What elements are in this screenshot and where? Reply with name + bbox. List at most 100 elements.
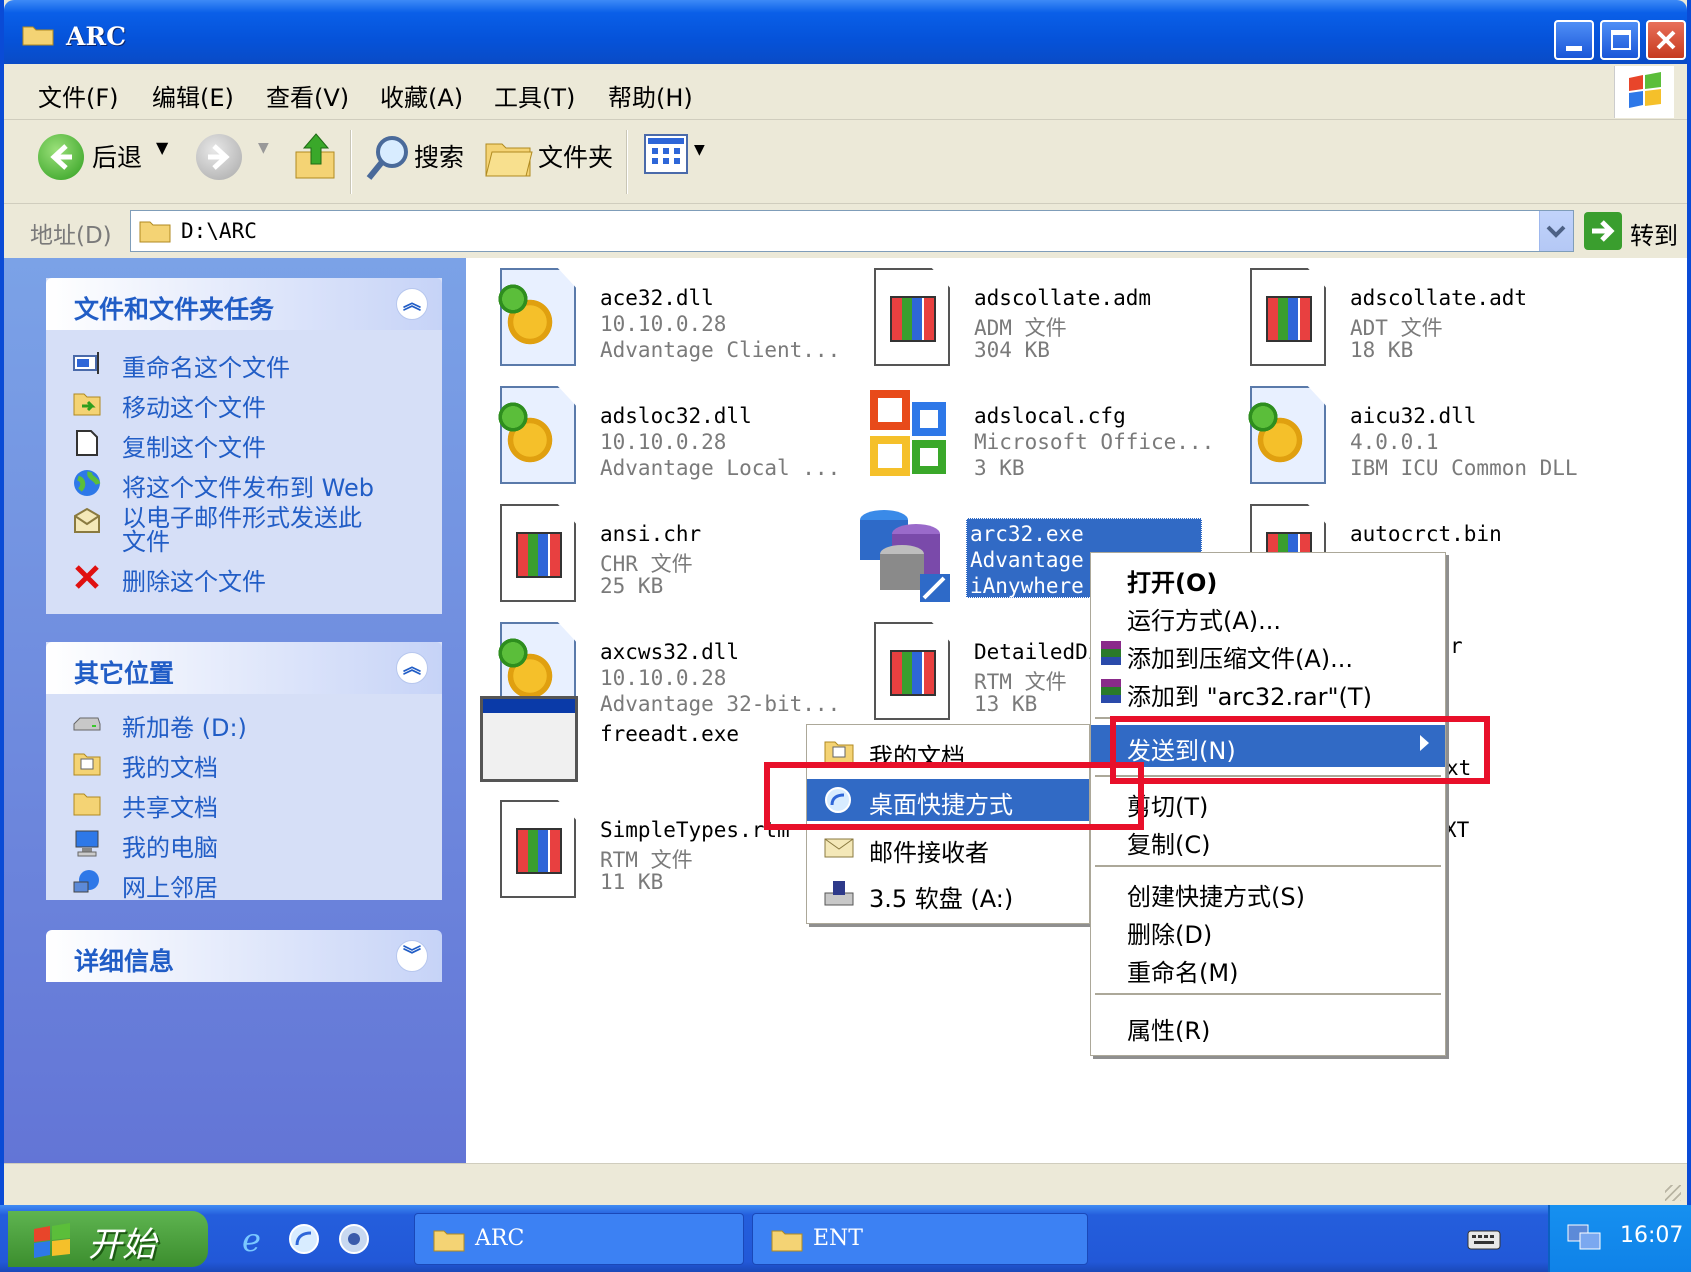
dll-icon xyxy=(1240,386,1330,486)
taskbar: 开始 e ARC ENT 16:07 xyxy=(0,1205,1691,1272)
forward-arrow-icon xyxy=(208,144,230,170)
start-button[interactable]: 开始 xyxy=(8,1211,208,1267)
file-tasks-box: 文件和文件夹任务 ︽ 重命名这个文件 移动这个文件 复制这个文件 将这个文件发布… xyxy=(46,278,442,614)
file-item[interactable]: ace32.dll 10.10.0.28 Advantage Client... xyxy=(490,268,840,378)
folders-icon[interactable] xyxy=(484,134,534,178)
back-label: 后退 xyxy=(92,143,143,172)
other-places-header[interactable]: 其它位置 ︽ xyxy=(46,642,442,694)
menu-favorites[interactable]: 收藏(A) xyxy=(380,78,463,113)
address-input[interactable]: D:\ARC xyxy=(130,210,1574,252)
file-size: 18 KB xyxy=(1350,338,1414,362)
go-button[interactable] xyxy=(1584,212,1622,250)
search-icon[interactable] xyxy=(364,132,412,184)
resize-grip-icon[interactable] xyxy=(1665,1185,1681,1201)
file-version: 10.10.0.28 xyxy=(600,430,727,454)
menu-help[interactable]: 帮助(H) xyxy=(608,78,693,113)
details-header[interactable]: 详细信息 ︾ xyxy=(46,930,442,982)
file-name: DetailedDi xyxy=(974,640,1101,664)
menu-bar: 文件(F) 编辑(E) 查看(V) 收藏(A) 工具(T) 帮助(H) xyxy=(4,64,1687,120)
floppy-drive-icon xyxy=(824,881,854,906)
forward-button[interactable] xyxy=(196,134,242,180)
menu-view[interactable]: 查看(V) xyxy=(266,78,349,113)
maximize-button[interactable] xyxy=(1600,20,1640,60)
minimize-button[interactable] xyxy=(1554,20,1594,60)
menu-run-as[interactable]: 运行方式(A)... xyxy=(1091,597,1445,635)
file-item[interactable]: ansi.chr CHR 文件 25 KB xyxy=(490,504,830,614)
menu-file[interactable]: 文件(F) xyxy=(38,78,119,113)
other-places-title: 其它位置 xyxy=(74,659,175,688)
file-item[interactable]: adslocal.cfg Microsoft Office... 3 KB xyxy=(864,386,1214,496)
ie-quicklaunch-icon[interactable]: e xyxy=(238,1221,274,1257)
partial-file-label: XT xyxy=(1444,818,1470,842)
file-name: autocrct.bin xyxy=(1350,522,1502,546)
place-network-label: 网上邻居 xyxy=(122,874,218,902)
task-publish-web-label: 将这个文件发布到 Web xyxy=(122,474,374,502)
file-item[interactable]: adscollate.adt ADT 文件 18 KB xyxy=(1240,268,1580,378)
menu-add-to-archive[interactable]: 添加到压缩文件(A)... xyxy=(1091,635,1445,673)
file-item[interactable]: adscollate.adm ADM 文件 304 KB xyxy=(864,268,1204,378)
network-status-icon[interactable] xyxy=(1566,1221,1602,1255)
folders-label[interactable]: 文件夹 xyxy=(538,138,613,174)
views-button[interactable] xyxy=(644,134,688,174)
task-move-label: 移动这个文件 xyxy=(122,394,266,422)
file-list: ace32.dll 10.10.0.28 Advantage Client...… xyxy=(466,258,1687,1163)
file-name: aicu32.dll xyxy=(1350,404,1477,428)
address-dropdown-button[interactable] xyxy=(1539,211,1573,251)
svg-text:e: e xyxy=(242,1221,261,1257)
go-label[interactable]: 转到 xyxy=(1630,216,1678,251)
place-my-computer-label: 我的电脑 xyxy=(122,834,218,862)
search-label[interactable]: 搜索 xyxy=(414,138,464,174)
file-name: freeadt.exe xyxy=(600,722,740,746)
menu-tools[interactable]: 工具(T) xyxy=(494,78,575,113)
back-arrow-icon xyxy=(50,144,72,170)
menu-copy[interactable]: 复制(C) xyxy=(1091,821,1445,859)
delete-icon xyxy=(75,565,99,589)
title-bar[interactable]: ARC xyxy=(4,0,1687,64)
file-item[interactable]: adsloc32.dll 10.10.0.28 Advantage Local … xyxy=(490,386,840,496)
ie-shortcut-icon[interactable] xyxy=(286,1221,322,1257)
file-description: Advantage xyxy=(970,548,1084,572)
taskbar-button-ent[interactable]: ENT xyxy=(752,1213,1088,1265)
expand-icon[interactable]: ︾ xyxy=(396,940,428,972)
address-value: D:\ARC xyxy=(181,219,257,243)
menu-rename[interactable]: 重命名(M) xyxy=(1091,949,1445,987)
close-button[interactable] xyxy=(1646,20,1686,60)
up-folder-icon[interactable] xyxy=(294,130,338,182)
file-name: axcws32.dll xyxy=(600,640,740,664)
file-name: adscollate.adt xyxy=(1350,286,1528,310)
sendto-mail-recipient[interactable]: 邮件接收者 xyxy=(807,829,1089,867)
other-places-box: 其它位置 ︽ 新加卷 (D:) 我的文档 共享文档 我的电脑 网上邻居 xyxy=(46,642,442,902)
generic-document-icon xyxy=(864,622,954,722)
partial-file-label: r xyxy=(1450,634,1463,658)
menu-cut[interactable]: 剪切(T) xyxy=(1091,783,1445,821)
winrar-icon xyxy=(1101,641,1121,665)
generic-document-icon xyxy=(1240,268,1330,368)
file-item[interactable]: aicu32.dll 4.0.0.1 IBM ICU Common DLL xyxy=(1240,386,1580,496)
network-icon xyxy=(73,870,99,893)
file-version: 4.0.0.1 xyxy=(1350,430,1439,454)
menu-delete[interactable]: 删除(D) xyxy=(1091,911,1445,949)
back-button[interactable] xyxy=(38,134,84,180)
menu-open[interactable]: 打开(O) xyxy=(1091,559,1445,597)
file-description: IBM ICU Common DLL xyxy=(1350,456,1578,480)
clock[interactable]: 16:07 xyxy=(1620,1223,1683,1248)
menu-edit[interactable]: 编辑(E) xyxy=(152,78,234,113)
file-name: arc32.exe xyxy=(970,522,1084,546)
collapse-icon[interactable]: ︽ xyxy=(396,652,428,684)
menu-add-to-rar[interactable]: 添加到 "arc32.rar"(T) xyxy=(1091,673,1445,711)
file-tasks-header[interactable]: 文件和文件夹任务 ︽ xyxy=(46,278,442,330)
media-player-icon[interactable] xyxy=(336,1221,372,1257)
menu-properties[interactable]: 属性(R) xyxy=(1091,1007,1445,1045)
menu-create-shortcut[interactable]: 创建快捷方式(S) xyxy=(1091,873,1445,911)
views-dropdown-icon[interactable]: ▼ xyxy=(694,142,705,158)
collapse-icon[interactable]: ︽ xyxy=(396,288,428,320)
sendto-floppy[interactable]: 3.5 软盘 (A:) xyxy=(807,875,1089,913)
taskbar-button-arc[interactable]: ARC xyxy=(414,1213,744,1265)
file-tasks-title: 文件和文件夹任务 xyxy=(74,295,275,324)
annotation-highlight-send-to xyxy=(1110,716,1490,784)
back-dropdown-icon[interactable]: ▼ xyxy=(156,138,168,157)
keyboard-icon[interactable] xyxy=(1466,1225,1502,1253)
shared-folder-icon xyxy=(73,793,101,816)
globe-icon xyxy=(74,470,101,496)
forward-dropdown-icon[interactable]: ▼ xyxy=(258,140,269,156)
